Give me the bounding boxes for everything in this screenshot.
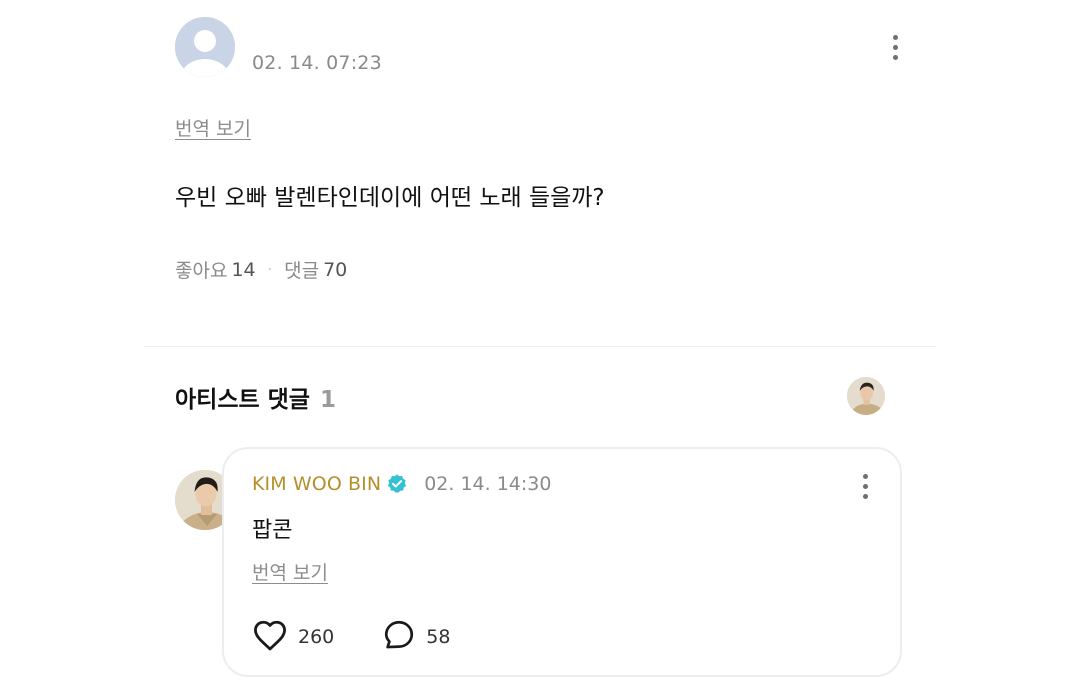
artist-comments-count: 1 <box>319 387 336 413</box>
default-avatar-icon <box>175 17 235 77</box>
comment-date: 02. 14. 14:30 <box>424 473 552 495</box>
like-count: 260 <box>298 626 335 648</box>
reply-count: 58 <box>426 626 451 648</box>
comment-bubble-icon <box>382 618 416 656</box>
likes-count: 14 <box>231 258 256 281</box>
artist-comments-heading: 아티스트 댓글 1 <box>175 380 336 414</box>
artist-comments-title: 아티스트 댓글 <box>175 387 310 413</box>
comment-author-name[interactable]: KIM WOO BIN <box>252 473 381 495</box>
post-translate-link[interactable]: 번역 보기 <box>175 114 251 141</box>
post-date: 02. 14. 07:23 <box>252 52 382 74</box>
comment-body: 팝콘 <box>252 518 293 543</box>
like-button[interactable]: 260 <box>252 618 334 656</box>
likes-label: 좋아요 <box>175 260 228 282</box>
comment-translate-link[interactable]: 번역 보기 <box>252 558 328 585</box>
artist-thumbnail-avatar[interactable] <box>847 377 885 415</box>
post-body: 우빈 오빠 발렌타인데이에 어떤 노래 들을까? <box>175 185 605 211</box>
post-stats: 좋아요 14 · 댓글 70 <box>175 256 347 283</box>
comments-count[interactable]: 70 <box>323 259 347 281</box>
section-divider <box>144 346 936 347</box>
comment-actions: 260 58 <box>252 618 450 656</box>
verified-badge-icon <box>386 473 408 495</box>
post-more-options-icon[interactable] <box>883 29 907 65</box>
comments-label[interactable]: 댓글 <box>284 256 319 283</box>
stats-separator: · <box>267 261 273 278</box>
heart-icon <box>252 618 288 656</box>
comment-more-options-icon[interactable] <box>853 468 877 504</box>
comment-header: KIM WOO BIN 02. 14. 14:30 <box>252 473 551 495</box>
post-author-avatar[interactable] <box>175 17 235 77</box>
reply-button[interactable]: 58 <box>382 618 450 656</box>
